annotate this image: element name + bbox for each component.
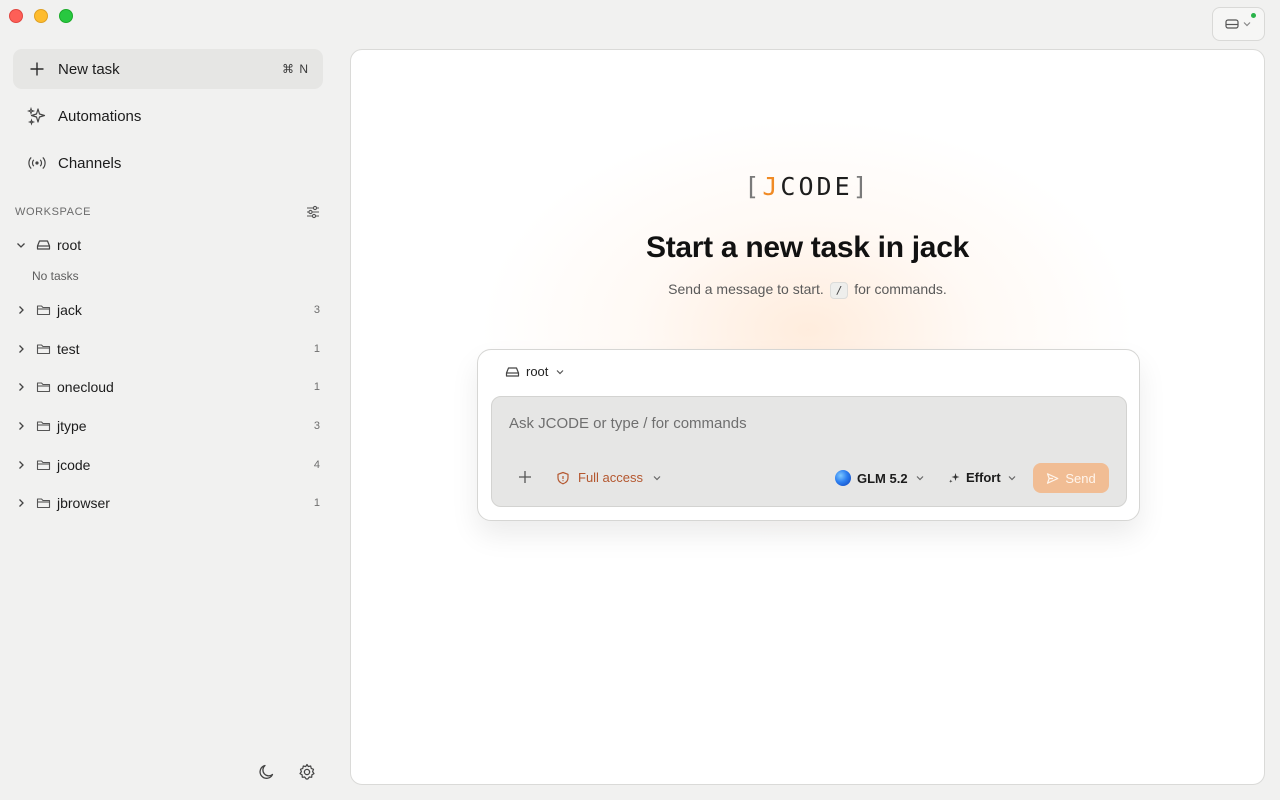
folder-task-count: 1 <box>313 381 320 393</box>
sparkles-icon <box>949 473 960 483</box>
folder-row[interactable]: jtype 3 <box>13 412 325 440</box>
folder-icon <box>35 343 51 355</box>
moon-icon[interactable] <box>257 762 277 787</box>
logo-bracket-open: [ <box>744 172 763 201</box>
folder-icon <box>35 304 51 316</box>
message-input[interactable]: Ask JCODE or type / for commands Full ac… <box>491 396 1127 507</box>
page-title: Start a new task in jack <box>646 231 969 264</box>
drive-icon <box>505 366 520 377</box>
chevron-down-icon <box>1243 22 1251 27</box>
workspace-header: WORKSPACE <box>15 205 320 219</box>
channels-label: Channels <box>58 154 122 172</box>
sidebar: New task ⌘ N Automations Channels WORKSP… <box>0 40 340 800</box>
folder-icon <box>35 459 51 471</box>
chevron-down-icon[interactable] <box>13 239 29 251</box>
chevron-right-icon[interactable] <box>13 304 29 316</box>
folder-name: jtype <box>57 418 87 434</box>
chevron-down-icon <box>556 369 564 374</box>
new-task-button[interactable]: New task ⌘ N <box>13 49 323 89</box>
folder-name: test <box>57 341 80 357</box>
workspace-label: WORKSPACE <box>15 206 92 218</box>
automations-label: Automations <box>58 107 142 125</box>
gear-icon[interactable] <box>297 762 317 787</box>
glm-logo-icon <box>835 470 851 486</box>
minimize-window-button[interactable] <box>34 9 48 23</box>
folder-icon <box>35 381 51 393</box>
send-button-label: Send <box>1065 470 1096 486</box>
logo-code: CODE <box>780 172 853 201</box>
logo-j: J <box>762 172 781 201</box>
command-key-hint: / <box>829 282 849 299</box>
automations-nav-item[interactable]: Automations <box>13 96 323 136</box>
chevron-right-icon[interactable] <box>13 459 29 471</box>
sidebar-footer <box>257 762 317 787</box>
chevron-right-icon[interactable] <box>13 381 29 393</box>
folder-row[interactable]: test 1 <box>13 335 325 363</box>
folder-task-count: 3 <box>313 304 320 316</box>
folder-icon <box>35 497 51 509</box>
workspace-root-label: root <box>57 237 82 253</box>
folder-task-count: 3 <box>313 420 320 432</box>
logo-bracket-close: ] <box>852 172 871 201</box>
folder-name: onecloud <box>57 379 114 395</box>
folder-row[interactable]: jbrowser 1 <box>13 489 325 517</box>
workspace-selector-label: root <box>526 364 549 379</box>
window-controls <box>9 9 73 23</box>
drive-icon <box>35 239 51 251</box>
folder-task-count: 4 <box>313 459 320 471</box>
folder-name: jack <box>57 302 82 318</box>
effort-selector[interactable]: Effort <box>948 470 1018 485</box>
folder-row[interactable]: onecloud 1 <box>13 373 325 401</box>
main-panel: [JCODE] Start a new task in jack Send a … <box>350 49 1265 785</box>
plus-icon <box>26 61 48 77</box>
attach-plus-icon[interactable] <box>517 469 533 485</box>
model-selector[interactable]: GLM 5.2 <box>835 470 926 486</box>
chevron-right-icon[interactable] <box>13 497 29 509</box>
channels-nav-item[interactable]: Channels <box>13 143 323 183</box>
status-dot <box>1251 13 1256 18</box>
new-task-shortcut: ⌘ N <box>282 62 309 76</box>
folder-row[interactable]: jack 3 <box>13 296 325 324</box>
zoom-window-button[interactable] <box>59 9 73 23</box>
send-button[interactable]: Send <box>1033 463 1109 493</box>
no-tasks-text: No tasks <box>32 269 79 283</box>
new-task-label: New task <box>58 60 120 78</box>
folder-name: jcode <box>57 457 91 473</box>
sparkles-icon <box>26 106 48 126</box>
folder-task-count: 1 <box>313 497 320 509</box>
broadcast-icon <box>26 155 48 171</box>
send-icon <box>1047 472 1059 484</box>
folder-task-count: 1 <box>313 343 320 355</box>
close-window-button[interactable] <box>9 9 23 23</box>
access-level-label: Full access <box>578 470 644 485</box>
chevron-down-icon <box>653 475 661 480</box>
workspace-root-row[interactable]: root <box>13 231 325 259</box>
access-level-dropdown[interactable]: Full access <box>556 470 663 485</box>
model-label: GLM 5.2 <box>857 470 908 486</box>
page-subtitle: Send a message to start. / for commands. <box>351 281 1264 299</box>
folder-icon <box>35 420 51 432</box>
subtitle-text-before: Send a message to start. <box>668 281 824 297</box>
subtitle-text-after: for commands. <box>854 281 947 297</box>
workspace-selector[interactable]: root <box>505 364 566 379</box>
storage-menu-button[interactable] <box>1212 7 1265 41</box>
chevron-right-icon[interactable] <box>13 420 29 432</box>
drive-icon <box>1225 19 1239 29</box>
chevron-down-icon <box>1008 475 1016 480</box>
folder-row[interactable]: jcode 4 <box>13 451 325 479</box>
shield-icon <box>557 471 569 484</box>
chevron-down-icon <box>916 476 924 481</box>
filter-icon[interactable] <box>306 205 320 219</box>
task-composer: root Ask JCODE or type / for commands Fu… <box>477 349 1140 521</box>
effort-label: Effort <box>966 470 1001 485</box>
jcode-logo: [JCODE] <box>351 172 1264 201</box>
chevron-right-icon[interactable] <box>13 343 29 355</box>
folder-name: jbrowser <box>57 495 110 511</box>
message-input-placeholder: Ask JCODE or type / for commands <box>509 415 747 432</box>
